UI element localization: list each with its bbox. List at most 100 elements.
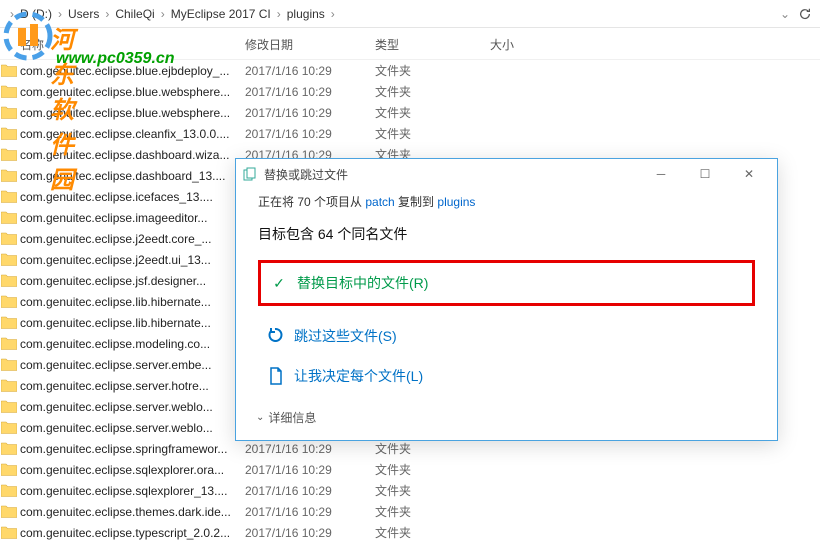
column-headers: 名称 修改日期 类型 大小 [0,28,820,60]
maximize-button[interactable]: ☐ [683,160,727,188]
dialog-title: 替换或跳过文件 [264,166,639,183]
file-name: com.genuitec.eclipse.lib.hibernate... [20,295,245,309]
file-row[interactable]: com.genuitec.eclipse.blue.ejbdeploy_...2… [0,60,820,81]
file-name: com.genuitec.eclipse.lib.hibernate... [20,316,245,330]
file-type: 文件夹 [375,440,490,457]
folder-icon [1,526,17,539]
file-name: com.genuitec.eclipse.typescript_2.0.2... [20,526,245,540]
file-name: com.genuitec.eclipse.blue.ejbdeploy_... [20,64,245,78]
chevron-down-icon[interactable]: ⌄ [780,7,790,21]
folder-icon [1,232,17,245]
folder-icon [1,274,17,287]
chevron-right-icon: › [331,7,335,21]
file-name: com.genuitec.eclipse.springframewor... [20,442,245,456]
replace-option[interactable]: ✓ 替换目标中的文件(R) [261,263,752,303]
file-row[interactable]: com.genuitec.eclipse.springframewor...20… [0,438,820,459]
folder-icon [1,358,17,371]
folder-icon [1,337,17,350]
folder-icon [1,316,17,329]
file-type: 文件夹 [375,83,490,100]
file-row[interactable]: com.genuitec.eclipse.cleanfix_13.0.0....… [0,123,820,144]
file-type: 文件夹 [375,503,490,520]
column-size[interactable]: 大小 [490,36,570,53]
file-name: com.genuitec.eclipse.themes.dark.ide... [20,505,245,519]
file-name: com.genuitec.eclipse.blue.websphere... [20,106,245,120]
file-date: 2017/1/16 10:29 [245,442,375,456]
breadcrumb-item[interactable]: Users [68,7,99,21]
file-date: 2017/1/16 10:29 [245,505,375,519]
breadcrumb-item[interactable]: plugins [287,7,325,21]
file-name: com.genuitec.eclipse.sqlexplorer.ora... [20,463,245,477]
folder-icon [1,463,17,476]
file-date: 2017/1/16 10:29 [245,526,375,540]
column-name[interactable]: 名称 [0,36,245,53]
check-icon: ✓ [269,273,289,293]
folder-icon [1,484,17,497]
replace-skip-dialog: 替换或跳过文件 ─ ☐ ✕ 正在将 70 个项目从 patch 复制到 plug… [235,158,778,441]
file-name: com.genuitec.eclipse.j2eedt.ui_13... [20,253,245,267]
dest-link[interactable]: plugins [437,195,475,209]
column-type[interactable]: 类型 [375,36,490,53]
file-row[interactable]: com.genuitec.eclipse.themes.dark.ide...2… [0,501,820,522]
highlight-box: ✓ 替换目标中的文件(R) [258,260,755,306]
file-name: com.genuitec.eclipse.sqlexplorer_13.... [20,484,245,498]
source-link[interactable]: patch [365,195,394,209]
close-button[interactable]: ✕ [727,160,771,188]
file-name: com.genuitec.eclipse.jsf.designer... [20,274,245,288]
copy-icon [242,166,258,182]
replace-label: 替换目标中的文件(R) [297,273,428,293]
folder-icon [1,127,17,140]
folder-icon [1,505,17,518]
decide-option[interactable]: 让我决定每个文件(L) [258,356,755,396]
file-name: com.genuitec.eclipse.server.weblo... [20,421,245,435]
file-type: 文件夹 [375,125,490,142]
file-name: com.genuitec.eclipse.imageeditor... [20,211,245,225]
file-type: 文件夹 [375,104,490,121]
file-date: 2017/1/16 10:29 [245,106,375,120]
folder-icon [1,148,17,161]
skip-option[interactable]: 跳过这些文件(S) [258,316,755,356]
chevron-right-icon: › [161,7,165,21]
file-row[interactable]: com.genuitec.eclipse.sqlexplorer_13....2… [0,480,820,501]
file-name: com.genuitec.eclipse.modeling.co... [20,337,245,351]
breadcrumb-item[interactable]: D (D:) [20,7,52,21]
folder-icon [1,190,17,203]
folder-icon [1,253,17,266]
file-row[interactable]: com.genuitec.eclipse.blue.websphere...20… [0,81,820,102]
dialog-conflict-info: 目标包含 64 个同名文件 [258,224,755,244]
column-date[interactable]: 修改日期 [245,36,375,53]
file-date: 2017/1/16 10:29 [245,463,375,477]
file-name: com.genuitec.eclipse.server.embe... [20,358,245,372]
file-name: com.genuitec.eclipse.cleanfix_13.0.0.... [20,127,245,141]
skip-icon [266,326,286,346]
folder-icon [1,400,17,413]
folder-icon [1,295,17,308]
file-row[interactable]: com.genuitec.eclipse.sqlexplorer.ora...2… [0,459,820,480]
file-name: com.genuitec.eclipse.dashboard.wiza... [20,148,245,162]
file-type: 文件夹 [375,482,490,499]
chevron-right-icon: › [58,7,62,21]
dialog-titlebar[interactable]: 替换或跳过文件 ─ ☐ ✕ [236,159,777,189]
file-type: 文件夹 [375,524,490,541]
file-row[interactable]: com.genuitec.eclipse.typescript_2.0.2...… [0,522,820,543]
details-toggle[interactable]: ⌄ 详细信息 [236,395,336,440]
chevron-right-icon: › [277,7,281,21]
file-name: com.genuitec.eclipse.server.weblo... [20,400,245,414]
file-date: 2017/1/16 10:29 [245,85,375,99]
breadcrumb-item[interactable]: ChileQi [115,7,154,21]
refresh-icon[interactable] [798,7,812,21]
document-icon [266,366,286,386]
breadcrumb-item[interactable]: MyEclipse 2017 CI [171,7,271,21]
folder-icon [1,211,17,224]
folder-icon [1,85,17,98]
file-date: 2017/1/16 10:29 [245,64,375,78]
minimize-button[interactable]: ─ [639,160,683,188]
file-date: 2017/1/16 10:29 [245,127,375,141]
chevron-right-icon: › [105,7,109,21]
folder-icon [1,379,17,392]
folder-icon [1,421,17,434]
chevron-right-icon: › [10,7,14,21]
breadcrumb[interactable]: › D (D:) › Users › ChileQi › MyEclipse 2… [0,0,820,28]
file-row[interactable]: com.genuitec.eclipse.blue.websphere...20… [0,102,820,123]
file-name: com.genuitec.eclipse.icefaces_13.... [20,190,245,204]
